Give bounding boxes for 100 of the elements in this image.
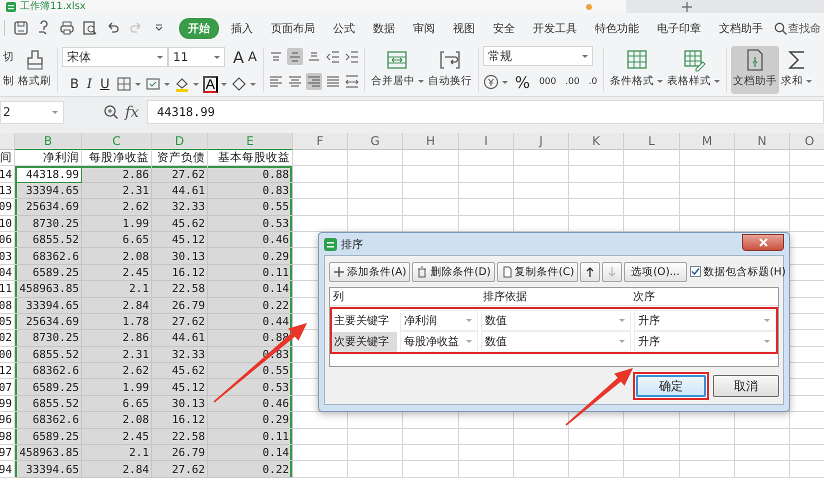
sort-key-dropdown[interactable]: 每股净收益: [400, 331, 478, 352]
zoom-icon[interactable]: [103, 104, 119, 120]
caret-icon[interactable]: [157, 56, 163, 58]
menu-tab[interactable]: 审阅: [404, 18, 444, 38]
shrink-font-button[interactable]: A: [246, 50, 259, 64]
toolbar-button[interactable]: 删除条件(D): [412, 262, 495, 282]
format-painter-button[interactable]: 格式刷: [16, 46, 53, 94]
caret-icon[interactable]: [502, 80, 508, 84]
alignment-button[interactable]: [344, 73, 360, 90]
increase-decimal-button[interactable]: .00: [563, 77, 582, 87]
insert-function-button[interactable]: fx: [125, 103, 140, 121]
search-field[interactable]: 查找命: [774, 20, 821, 36]
caret-icon[interactable]: [418, 80, 424, 82]
caret-icon[interactable]: [657, 80, 664, 82]
caret-icon[interactable]: [134, 82, 141, 86]
menu-tab[interactable]: 文档助手: [710, 18, 772, 38]
menu-tab[interactable]: 特色功能: [586, 18, 648, 38]
table-cell: [514, 216, 569, 232]
bold-button[interactable]: B: [68, 76, 81, 92]
table-cell: [459, 412, 514, 429]
menu-tab[interactable]: 视图: [444, 18, 484, 38]
eraser-icon[interactable]: [230, 76, 247, 92]
number-format-field[interactable]: 常规: [482, 46, 593, 66]
tool-button[interactable]: 文档助手: [731, 46, 780, 94]
toolbar-button[interactable]: [580, 262, 600, 282]
ok-button[interactable]: 确定: [636, 375, 706, 397]
checkbox[interactable]: [690, 266, 701, 277]
font-name-field[interactable]: 宋体: [62, 47, 168, 67]
cut-button[interactable]: 切: [1, 50, 16, 64]
menu-tab[interactable]: 开始: [179, 18, 219, 38]
annotation-arrow: [566, 368, 633, 426]
copy-button[interactable]: 制: [1, 74, 16, 88]
menu-tab[interactable]: 数据: [364, 18, 404, 38]
align-bottom-icon: [308, 52, 320, 61]
grow-font-button[interactable]: A: [231, 48, 246, 66]
caret-icon[interactable]: [250, 82, 256, 86]
fill-color-icon[interactable]: [174, 76, 190, 92]
cancel-button[interactable]: 取消: [713, 375, 779, 397]
decrease-decimal-button[interactable]: .0: [586, 77, 600, 87]
toolbar-button[interactable]: 选项(O)...: [624, 262, 687, 282]
caret-icon[interactable]: [582, 54, 588, 58]
alignment-button[interactable]: [286, 48, 303, 65]
merge-center-button[interactable]: 合并居中: [368, 46, 426, 94]
new-tab-icon[interactable]: [682, 2, 692, 12]
formula-input[interactable]: 44318.99: [147, 100, 824, 124]
row-label[interactable]: 次要关键字: [332, 332, 397, 352]
toolbar-button[interactable]: 复制条件(C): [496, 262, 578, 282]
toolbar-button[interactable]: 添加条件(A): [329, 262, 410, 282]
table-cell: 2.62: [82, 363, 152, 380]
percent-button[interactable]: %: [512, 72, 532, 92]
document-tab[interactable]: 工作簿11.xlsx: [0, 0, 626, 13]
down-arrow-icon: [606, 266, 618, 278]
table-cell: 32.33: [152, 346, 208, 364]
cell-style-icon[interactable]: [144, 76, 161, 92]
underline-button[interactable]: U: [98, 76, 112, 92]
table-cell: [569, 461, 624, 478]
row-label[interactable]: 主要关键字: [332, 310, 397, 330]
sort-basis-dropdown[interactable]: 数值: [481, 331, 631, 352]
table-cell: 0.44: [208, 314, 293, 330]
thousands-button[interactable]: 000: [537, 77, 558, 87]
caret-icon[interactable]: [806, 80, 812, 82]
menu-tab[interactable]: 页面布局: [262, 18, 324, 38]
tool-button[interactable]: 求和: [779, 46, 814, 94]
currency-icon[interactable]: [482, 74, 499, 90]
table-cell: 2.45: [82, 264, 152, 282]
caret-icon[interactable]: [214, 56, 220, 58]
font-size-field[interactable]: 11: [168, 47, 225, 67]
print-icon[interactable]: [59, 20, 75, 36]
font-color-button[interactable]: A: [202, 76, 218, 92]
menu-tab[interactable]: 插入: [222, 18, 262, 38]
tool-button[interactable]: 条件格式: [608, 46, 666, 94]
table-cell: 2.62: [82, 199, 152, 216]
sort-order-dropdown[interactable]: 升序: [634, 310, 776, 331]
sort-basis-dropdown[interactable]: 数值: [481, 310, 631, 331]
caret-icon[interactable]: [220, 82, 227, 86]
italic-button[interactable]: I: [84, 76, 94, 92]
table-cell: 2.31: [82, 346, 152, 364]
caret-icon[interactable]: [714, 80, 720, 82]
sort-key-dropdown[interactable]: 净利润: [400, 310, 478, 331]
menu-tab[interactable]: 开发工具: [524, 18, 586, 38]
sort-order-dropdown[interactable]: 升序: [634, 331, 776, 352]
menu-tab[interactable]: 公式: [324, 18, 364, 38]
borders-icon[interactable]: [116, 76, 132, 92]
save-icon[interactable]: [13, 20, 29, 36]
tool-button[interactable]: 表格样式: [665, 46, 722, 94]
caret-icon[interactable]: [164, 82, 170, 86]
caret-icon[interactable]: [52, 110, 58, 114]
table-cell: [624, 199, 680, 216]
alignment-button[interactable]: [306, 73, 322, 90]
print-preview-icon[interactable]: [82, 20, 98, 36]
distribute-icon: [344, 75, 359, 88]
table-cell: [514, 150, 569, 166]
table-cell: [459, 166, 514, 183]
name-box[interactable]: 2: [0, 100, 64, 124]
wrap-text-button[interactable]: 自动换行: [426, 46, 474, 94]
menu-tab[interactable]: 电子印章: [648, 18, 710, 38]
close-button[interactable]: [742, 234, 784, 250]
menu-tab[interactable]: 安全: [484, 18, 524, 38]
caret-icon[interactable]: [192, 82, 199, 86]
table-cell: [624, 166, 680, 183]
